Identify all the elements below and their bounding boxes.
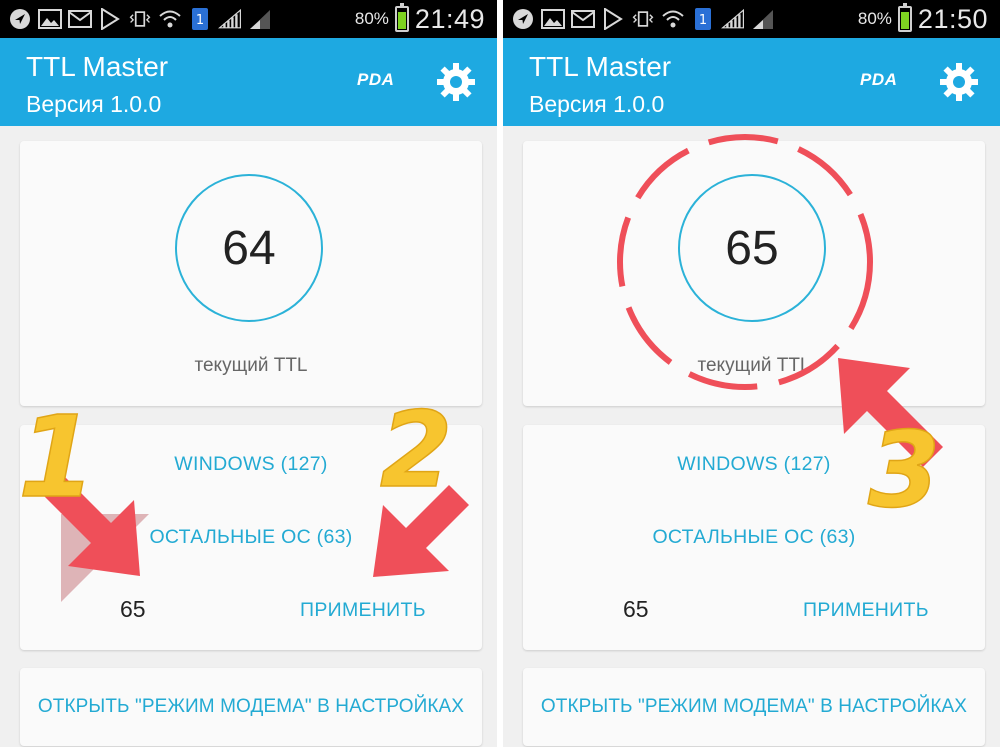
gallery-icon <box>541 7 565 31</box>
ttl-input[interactable]: 65 <box>120 596 154 623</box>
open-modem-settings-button[interactable]: ОТКРЫТЬ "РЕЖИМ МОДЕМА" В НАСТРОЙКАХ <box>20 696 482 718</box>
clock: 21:49 <box>414 3 485 34</box>
phone-screen-before: 1 80% 21:49 TTL Master Версия 1.0.0 PDA <box>0 0 497 747</box>
windows-ttl-button[interactable]: WINDOWS (127) <box>523 453 985 476</box>
other-os-ttl-button[interactable]: ОСТАЛЬНЫЕ ОС (63) <box>20 526 482 549</box>
wifi-icon <box>158 7 182 31</box>
settings-gear-icon[interactable] <box>436 62 476 102</box>
settings-gear-icon[interactable] <box>939 62 979 102</box>
windows-ttl-button[interactable]: WINDOWS (127) <box>20 453 482 476</box>
sim-1-icon: 1 <box>691 7 715 31</box>
battery-icon <box>394 3 409 32</box>
apply-button[interactable]: ПРИМЕНИТЬ <box>300 599 426 622</box>
4pda-logo[interactable]: PDA <box>357 70 394 90</box>
ttl-circle: 64 <box>175 174 323 322</box>
app-bar: TTL Master Версия 1.0.0 PDA <box>0 38 497 126</box>
mail-icon <box>68 7 92 31</box>
app-version: Версия 1.0.0 <box>26 91 162 117</box>
signal-2-icon <box>751 7 775 31</box>
ttl-value: 64 <box>222 221 276 275</box>
logo-text: PDA <box>357 70 395 89</box>
ttl-label: текущий TTL <box>194 355 308 376</box>
navigation-icon <box>511 7 535 31</box>
apply-button[interactable]: ПРИМЕНИТЬ <box>803 599 929 622</box>
clock: 21:50 <box>917 3 988 34</box>
sim-1-icon: 1 <box>188 7 212 31</box>
open-modem-settings-button[interactable]: ОТКРЫТЬ "РЕЖИМ МОДЕМА" В НАСТРОЙКАХ <box>523 696 985 718</box>
vibrate-icon <box>128 7 152 31</box>
ttl-settings-card: WINDOWS (127) ОСТАЛЬНЫЕ ОС (63) 65 ПРИМЕ… <box>523 425 985 650</box>
app-version: Версия 1.0.0 <box>529 91 665 117</box>
current-ttl-card: 65 текущий TTL <box>523 141 985 406</box>
svg-text:1: 1 <box>196 13 204 28</box>
ttl-label: текущий TTL <box>697 355 811 376</box>
battery-icon <box>897 3 912 32</box>
app-title: TTL Master <box>529 51 672 82</box>
ttl-circle: 65 <box>678 174 826 322</box>
battery-percent: 80% <box>857 9 892 28</box>
signal-2-icon <box>248 7 272 31</box>
other-os-ttl-button[interactable]: ОСТАЛЬНЫЕ ОС (63) <box>523 526 985 549</box>
play-store-icon <box>98 7 122 31</box>
status-bar: 1 80% 21:50 <box>503 0 1000 38</box>
logo-text: PDA <box>860 70 898 89</box>
battery-percent: 80% <box>354 9 389 28</box>
ttl-input[interactable]: 65 <box>623 596 657 623</box>
svg-text:1: 1 <box>699 13 707 28</box>
play-store-icon <box>601 7 625 31</box>
phone-screen-after: 1 80% 21:50 TTL Master Версия 1.0.0 PDA <box>503 0 1000 747</box>
vibrate-icon <box>631 7 655 31</box>
signal-icon <box>218 7 242 31</box>
modem-card: ОТКРЫТЬ "РЕЖИМ МОДЕМА" В НАСТРОЙКАХ <box>20 668 482 746</box>
wifi-icon <box>661 7 685 31</box>
status-bar: 1 80% 21:49 <box>0 0 497 38</box>
navigation-icon <box>8 7 32 31</box>
ttl-settings-card: WINDOWS (127) ОСТАЛЬНЫЕ ОС (63) 65 ПРИМЕ… <box>20 425 482 650</box>
ttl-value: 65 <box>725 221 779 275</box>
modem-card: ОТКРЫТЬ "РЕЖИМ МОДЕМА" В НАСТРОЙКАХ <box>523 668 985 746</box>
signal-icon <box>721 7 745 31</box>
mail-icon <box>571 7 595 31</box>
gallery-icon <box>38 7 62 31</box>
4pda-logo[interactable]: PDA <box>860 70 897 90</box>
app-title: TTL Master <box>26 51 169 82</box>
current-ttl-card: 64 текущий TTL <box>20 141 482 406</box>
app-bar: TTL Master Версия 1.0.0 PDA <box>503 38 1000 126</box>
